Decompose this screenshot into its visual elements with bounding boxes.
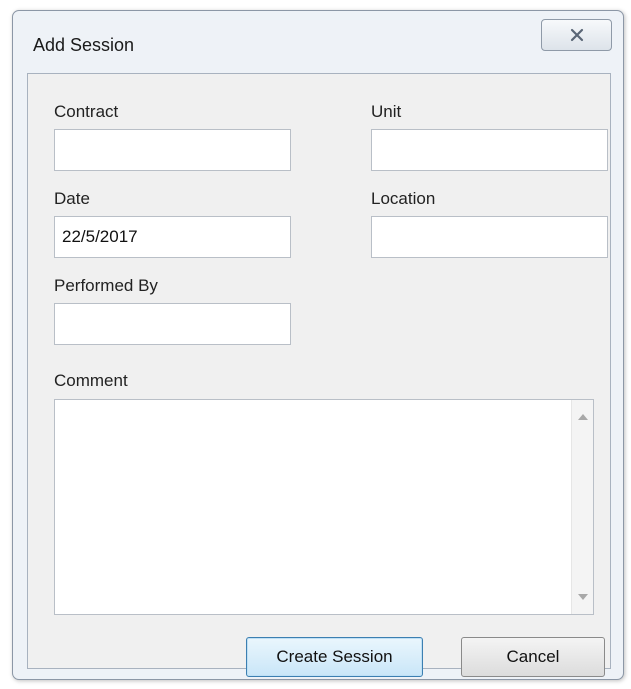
comment-label: Comment — [54, 371, 128, 390]
unit-label: Unit — [371, 102, 402, 121]
close-x-icon — [570, 28, 583, 42]
comment-textarea[interactable] — [54, 399, 594, 615]
cancel-button[interactable]: Cancel — [461, 637, 605, 677]
contract-label: Contract — [54, 102, 119, 121]
scroll-up-arrow-icon[interactable] — [578, 414, 588, 420]
location-input[interactable] — [371, 216, 608, 258]
scroll-down-arrow-icon[interactable] — [578, 594, 588, 600]
dialog-body: Contract Unit Date Location Performed By… — [27, 73, 611, 677]
date-input[interactable] — [54, 216, 291, 258]
comment-scrollbar[interactable] — [571, 400, 593, 614]
close-button[interactable] — [541, 19, 612, 51]
create-session-button[interactable]: Create Session — [246, 637, 423, 677]
dialog-title: Add Session — [33, 35, 135, 55]
contract-input[interactable] — [54, 129, 291, 171]
location-label: Location — [371, 189, 436, 208]
add-session-dialog: Add Session Contract Unit Date Location … — [12, 10, 624, 680]
unit-input[interactable] — [371, 129, 608, 171]
date-label: Date — [54, 189, 90, 208]
performed-by-label: Performed By — [54, 276, 158, 295]
title-bar[interactable]: Add Session — [13, 11, 623, 73]
performed-by-input[interactable] — [54, 303, 291, 345]
